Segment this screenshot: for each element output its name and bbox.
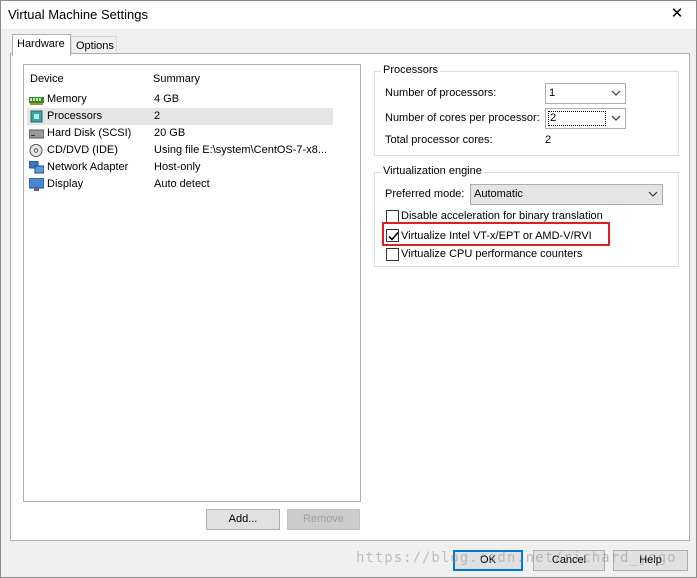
hard-disk-icon [29,129,44,139]
device-row-hard-disk[interactable]: Hard Disk (SCSI) 20 GB [27,125,333,142]
virtualize-cpu-counters-label[interactable]: Virtualize CPU performance counters [401,248,582,260]
title-bar: Virtual Machine Settings ✕ [1,1,696,29]
device-list[interactable]: Device Summary Memory 4 GB Processors 2 … [23,64,361,502]
device-summary: 4 GB [154,93,180,105]
remove-button-label: Remove [303,513,344,525]
device-name: CD/DVD (IDE) [47,144,118,156]
device-row-network-adapter[interactable]: Network Adapter Host-only [27,159,333,176]
chevron-down-icon [648,191,658,197]
tab-options-label: Options [76,40,114,52]
red-highlight-annotation [382,222,610,246]
device-summary: 20 GB [154,127,186,139]
chevron-down-icon [611,115,621,121]
device-summary: 2 [154,110,161,122]
device-row-cd-dvd[interactable]: CD/DVD (IDE) Using file E:\system\CentOS… [27,142,333,159]
network-adapter-icon [29,161,44,174]
column-header-device[interactable]: Device [30,73,64,85]
number-of-processors-label: Number of processors: [385,87,497,99]
chevron-down-icon [611,90,621,96]
device-row-display[interactable]: Display Auto detect [27,176,333,193]
number-of-processors-select[interactable]: 1 [545,83,626,104]
virtualize-cpu-counters-checkbox[interactable] [386,248,399,261]
device-name: Memory [47,93,87,105]
device-summary: Auto detect [154,178,210,190]
preferred-mode-value: Automatic [474,188,523,200]
device-row-processors[interactable]: Processors 2 [27,108,333,125]
device-summary: Using file E:\system\CentOS-7-x8... [154,144,327,156]
processors-group-title: Processors [381,64,441,76]
total-processor-cores-label: Total processor cores: [385,134,493,146]
tab-hardware-label: Hardware [17,38,65,50]
close-icon[interactable]: ✕ [664,3,690,25]
device-row-memory[interactable]: Memory 4 GB [27,91,333,108]
cores-per-processor-label: Number of cores per processor: [385,112,540,124]
processor-icon [30,110,43,123]
device-name: Network Adapter [47,161,129,173]
device-name: Processors [47,110,103,122]
remove-button[interactable]: Remove [287,509,360,530]
column-header-summary[interactable]: Summary [153,73,200,85]
virtualization-engine-group-title: Virtualization engine [381,165,484,177]
device-summary: Host-only [154,161,201,173]
display-icon [29,178,44,191]
window-title: Virtual Machine Settings [8,7,148,22]
add-button[interactable]: Add... [206,509,280,530]
number-of-processors-value: 1 [549,87,556,99]
cd-dvd-icon [29,144,43,157]
cores-per-processor-select[interactable]: 2 [545,108,626,129]
preferred-mode-label: Preferred mode: [385,188,465,200]
cores-per-processor-value: 2 [548,111,606,126]
virtual-machine-settings-window: Virtual Machine Settings ✕ Hardware Opti… [0,0,697,578]
add-button-label: Add... [228,513,258,525]
tab-hardware[interactable]: Hardware [12,34,71,56]
disable-acceleration-label[interactable]: Disable acceleration for binary translat… [401,210,603,222]
preferred-mode-select[interactable]: Automatic [470,184,663,205]
memory-icon [29,97,44,105]
device-name: Display [47,178,84,190]
total-processor-cores-value: 2 [545,134,552,146]
watermark: https://blog.csdn.net/richard_yogo [356,550,677,566]
device-name: Hard Disk (SCSI) [47,127,132,139]
